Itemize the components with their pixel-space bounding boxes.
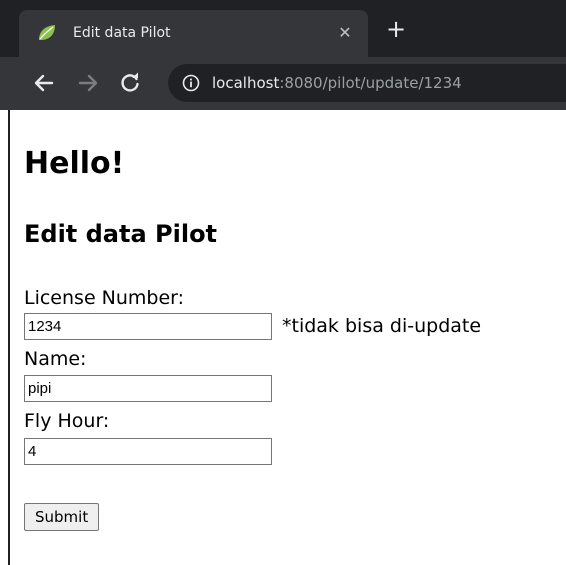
url-text[interactable]: localhost:8080/pilot/update/1234 — [212, 73, 462, 93]
license-readonly-note: *tidak bisa di-update — [282, 315, 482, 337]
tab-close-icon[interactable]: ✕ — [335, 23, 355, 43]
greeting-heading: Hello! — [24, 146, 125, 181]
browser-toolbar: localhost:8080/pilot/update/1234 — [0, 57, 566, 110]
page-title: Edit data Pilot — [24, 220, 218, 248]
page-content: Hello! Edit data Pilot License Number: *… — [8, 110, 566, 565]
name-input[interactable] — [24, 375, 272, 402]
address-bar[interactable]: localhost:8080/pilot/update/1234 — [168, 64, 566, 102]
fly-hour-input[interactable] — [24, 438, 272, 465]
info-icon[interactable] — [182, 74, 200, 92]
forward-arrow-icon[interactable] — [76, 71, 100, 95]
name-label: Name: — [24, 348, 87, 370]
tab-strip: Edit data Pilot ✕ + — [0, 0, 566, 57]
reload-icon[interactable] — [118, 71, 142, 95]
url-path: :8080/pilot/update/1234 — [279, 74, 462, 92]
submit-button[interactable]: Submit — [24, 503, 100, 531]
license-number-input[interactable] — [24, 313, 272, 340]
spring-leaf-icon — [39, 25, 55, 40]
new-tab-button[interactable]: + — [384, 17, 408, 42]
fly-hour-label: Fly Hour: — [24, 410, 110, 432]
license-number-label: License Number: — [24, 287, 185, 309]
url-host: localhost — [212, 74, 280, 92]
browser-tab[interactable]: Edit data Pilot ✕ — [19, 10, 368, 57]
back-arrow-icon[interactable] — [32, 71, 56, 95]
browser-window: Edit data Pilot ✕ + localhost:8080/pilot… — [0, 0, 566, 565]
tab-title: Edit data Pilot — [73, 25, 171, 41]
